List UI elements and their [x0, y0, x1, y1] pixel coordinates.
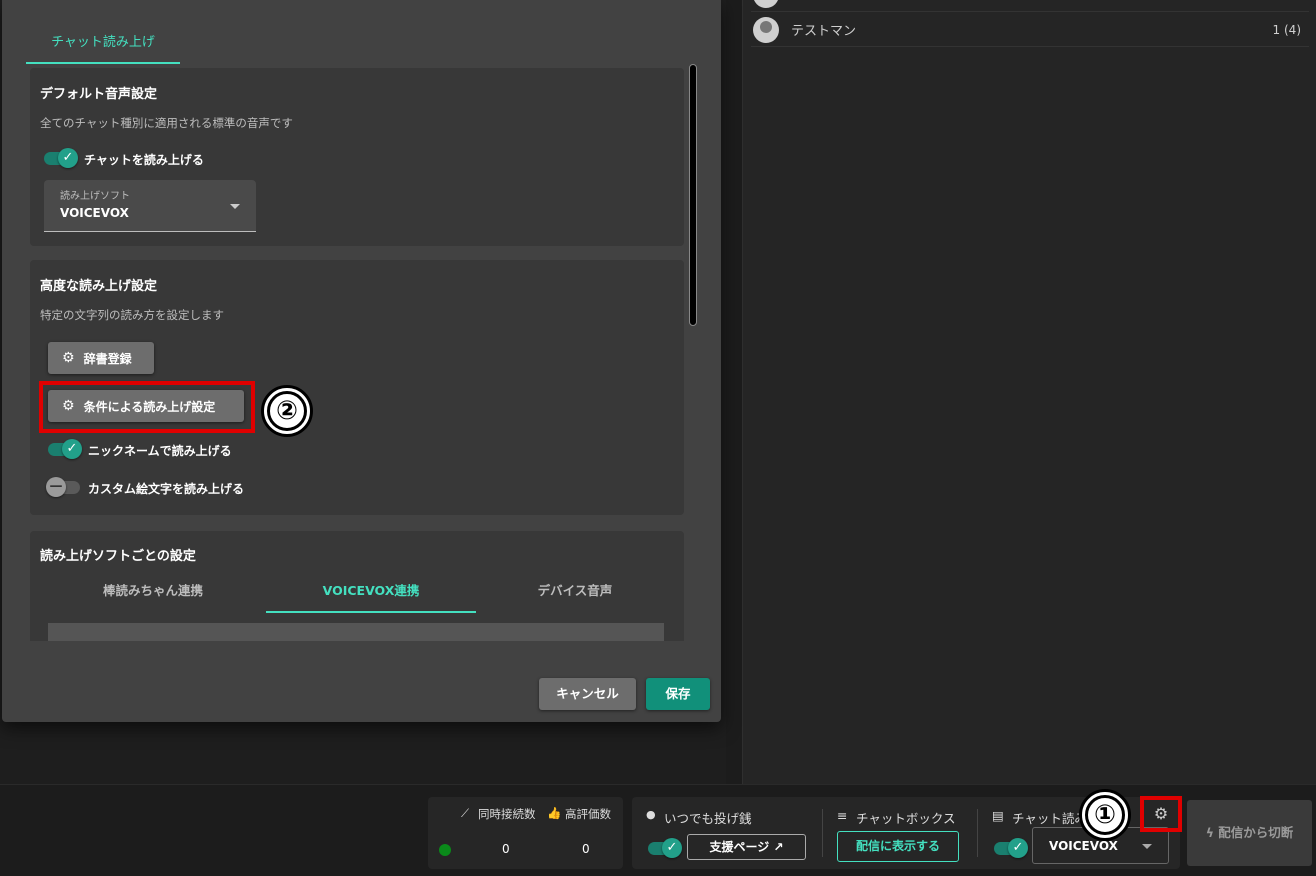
check-icon: ✓ — [62, 439, 82, 459]
show-on-stream-button[interactable]: 配信に表示する — [837, 831, 959, 862]
annotation-marker-1: ① — [1079, 789, 1131, 841]
tab-bouyomi[interactable]: 棒読みちゃん連携 — [48, 579, 258, 613]
viewer-list-panel: テストマン 1 (4) — [742, 0, 1316, 784]
card-title: 読み上げソフトごとの設定 — [40, 549, 196, 564]
lightning-icon: ϟ — [1205, 825, 1219, 840]
scrollbar[interactable] — [688, 64, 698, 640]
concurrent-value: 0 — [502, 842, 510, 856]
menu-icon: ≡ — [837, 808, 848, 823]
tab-content-panel — [48, 623, 664, 641]
tip-label: いつでも投げ銭 — [664, 811, 752, 826]
select-label: 読み上げソフト — [60, 191, 130, 202]
chevron-down-icon — [1142, 844, 1152, 849]
divider — [822, 809, 823, 857]
coin-icon: ● — [646, 808, 656, 821]
chatbox-label: チャットボックス — [856, 811, 956, 826]
toggle-label: カスタム絵文字を読み上げる — [88, 482, 245, 496]
avatar — [753, 0, 779, 8]
viewer-count: 1 (4) — [1272, 22, 1301, 37]
dialog-scroll-area[interactable]: デフォルト音声設定 全てのチャット種別に適用される標準の音声です ✓ チャットを… — [30, 68, 686, 641]
check-icon: ✓ — [662, 838, 682, 858]
viewer-name: テストマン — [791, 24, 857, 39]
read-chat-toggle[interactable]: ✓ — [42, 148, 78, 168]
stats-panel: ⟋ 同時接続数 👍 高評価数 0 0 — [428, 797, 623, 869]
per-software-card: 読み上げソフトごとの設定 棒読みちゃん連携 VOICEVOX連携 デバイス音声 — [30, 531, 684, 641]
save-button[interactable]: 保存 — [646, 678, 710, 710]
trending-icon: ⟋ — [461, 806, 470, 820]
avatar — [753, 16, 779, 43]
toggle-label: ニックネームで読み上げる — [88, 444, 232, 458]
chat-read-toggle[interactable]: ✓ — [992, 838, 1028, 858]
viewer-row[interactable]: テストマン 1 (4) — [751, 13, 1309, 47]
annotation-marker-2: ② — [261, 385, 313, 437]
minus-icon: — — [46, 477, 66, 497]
tab-device-voice[interactable]: デバイス音声 — [470, 579, 680, 613]
card-description: 全てのチャット種別に適用される標準の音声です — [40, 116, 293, 130]
nickname-toggle[interactable]: ✓ — [46, 439, 82, 459]
gear-icon: ⚙ — [1153, 804, 1169, 823]
check-icon: ✓ — [1008, 838, 1028, 858]
custom-emoji-toggle[interactable]: — — [46, 477, 82, 497]
external-link-icon: ↗ — [773, 840, 784, 854]
support-page-button[interactable]: 支援ページ ↗ — [687, 834, 806, 860]
highlight-box — [39, 381, 255, 433]
default-voice-card: デフォルト音声設定 全てのチャット種別に適用される標準の音声です ✓ チャットを… — [30, 68, 684, 246]
select-value: VOICEVOX — [60, 206, 129, 220]
likes-label: 高評価数 — [565, 807, 611, 821]
cancel-button[interactable]: キャンセル — [539, 678, 636, 710]
card-description: 特定の文字列の読み方を設定します — [40, 308, 224, 322]
gear-icon: ⚙ — [62, 350, 75, 366]
check-icon: ✓ — [58, 148, 78, 168]
disconnect-button[interactable]: ϟ 配信から切断 — [1187, 800, 1312, 866]
tab-chat-read[interactable]: チャット読み上げ — [26, 28, 180, 64]
live-status-dot — [439, 844, 451, 856]
toggle-label: チャットを読み上げる — [84, 153, 204, 167]
likes-value: 0 — [582, 842, 590, 856]
card-title: 高度な読み上げ設定 — [40, 279, 158, 294]
scrollbar-thumb[interactable] — [689, 64, 697, 326]
tip-toggle[interactable]: ✓ — [646, 838, 682, 858]
chevron-down-icon — [230, 204, 240, 209]
advanced-settings-card: 高度な読み上げ設定 特定の文字列の読み方を設定します ⚙ 辞書登録 ⚙ 条件によ… — [30, 260, 684, 515]
button-label: 辞書登録 — [83, 351, 132, 366]
select-value: VOICEVOX — [1049, 839, 1118, 853]
divider — [977, 809, 978, 857]
settings-dialog: チャット読み上げ デフォルト音声設定 全てのチャット種別に適用される標準の音声で… — [2, 0, 721, 722]
read-software-select[interactable]: 読み上げソフト VOICEVOX — [44, 180, 256, 232]
viewer-row-partial[interactable] — [751, 0, 1309, 12]
thumbs-up-icon: 👍 — [547, 806, 562, 820]
tab-voicevox[interactable]: VOICEVOX連携 — [266, 579, 476, 613]
chat-icon: ▤ — [992, 808, 1004, 823]
chat-read-settings-button[interactable]: ⚙ — [1140, 796, 1182, 832]
dictionary-button[interactable]: ⚙ 辞書登録 — [48, 342, 154, 374]
card-title: デフォルト音声設定 — [40, 87, 158, 102]
concurrent-label: 同時接続数 — [478, 807, 536, 821]
